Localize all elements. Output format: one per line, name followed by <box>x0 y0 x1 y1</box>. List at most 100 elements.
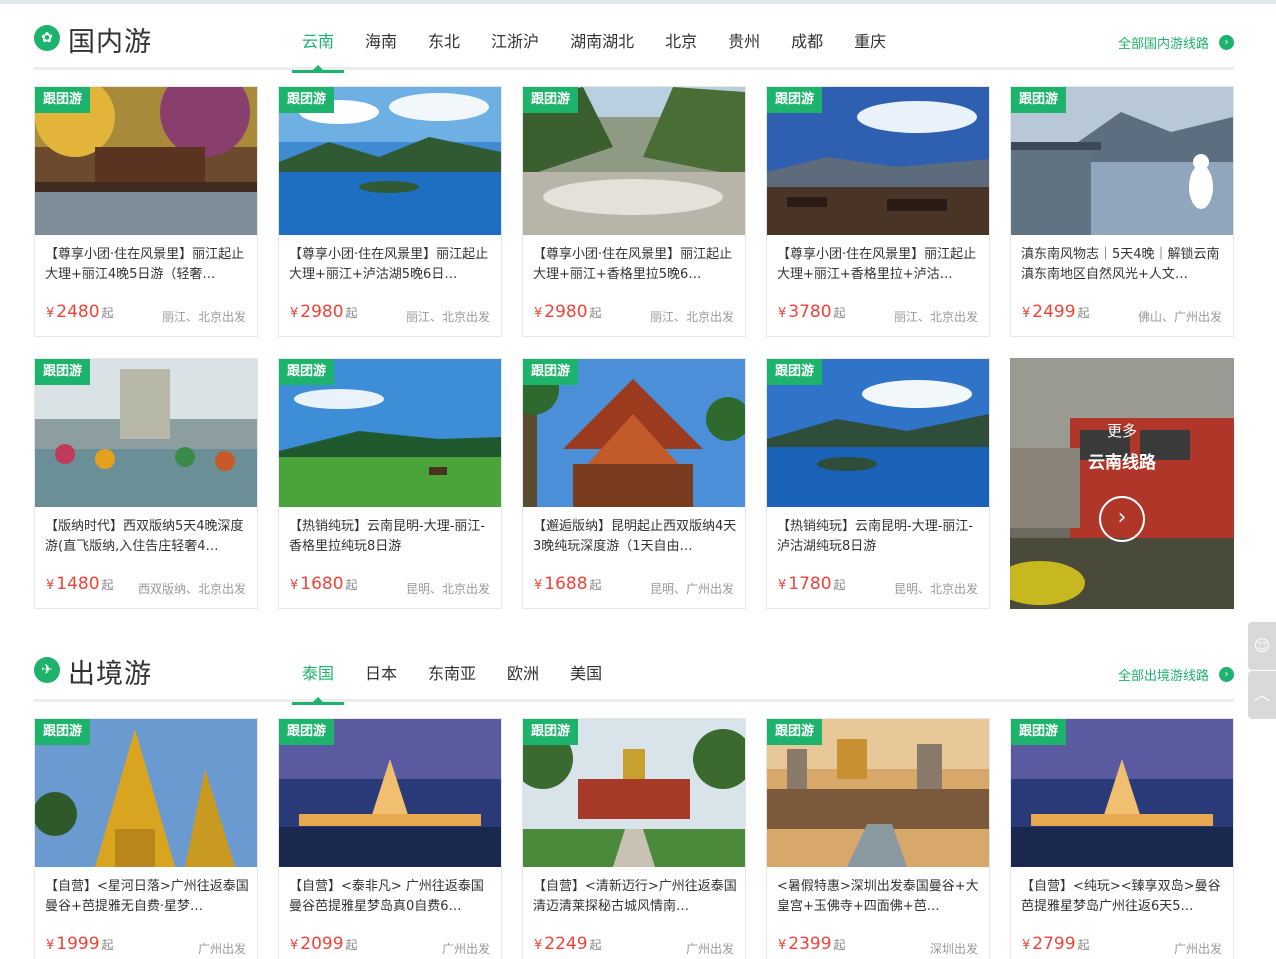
tour-price: ¥2480 起 <box>46 302 114 322</box>
tour-card[interactable]: 跟团游 <暑假特惠>深圳出发泰国曼谷+大皇宫+玉佛寺+四面佛+芭… ¥2399 起… <box>766 718 990 959</box>
tour-title: <暑假特惠>深圳出发泰国曼谷+大皇宫+玉佛寺+四面佛+芭… <box>777 879 979 914</box>
domestic-section: ✿ 国内游 云南 海南 东北 江浙沪 湖南湖北 北京 贵州 成都 重庆 全部国内… <box>34 4 1234 73</box>
back-to-top-icon[interactable]: ︿ <box>1248 671 1276 719</box>
tab-southeast-asia[interactable]: 东南亚 <box>418 636 486 702</box>
tour-title: 【尊享小团·住在风景里】丽江起止大理+丽江4晚5日游（轻奢… <box>45 247 245 282</box>
tab-jiangzhehu[interactable]: 江浙沪 <box>481 4 549 70</box>
tab-usa[interactable]: 美国 <box>560 636 612 702</box>
tab-japan[interactable]: 日本 <box>355 636 407 702</box>
domestic-tabs: 云南 海南 东北 江浙沪 湖南湖北 北京 贵州 成都 重庆 <box>292 4 907 73</box>
currency-symbol: ¥ <box>1022 306 1031 321</box>
tour-price: ¥2399 起 <box>778 934 846 954</box>
price-value: 1688 <box>544 574 588 594</box>
tour-photo: 跟团游 <box>523 719 745 867</box>
tour-departure: 昆明、广州出发 <box>649 582 734 596</box>
tour-departure: 广州出发 <box>197 942 246 956</box>
tour-card[interactable]: 跟团游 【尊享小团·住在风景里】丽江起止大理+丽江+香格里拉+泸沽… ¥3780… <box>766 86 990 337</box>
chevron-right-icon[interactable]: › <box>1099 496 1145 542</box>
tab-hunan-hubei[interactable]: 湖南湖北 <box>560 4 644 70</box>
tour-card[interactable]: 跟团游 【自营】<星河日落>广州往返泰国曼谷+芭提雅无自费·星梦… ¥1999 起… <box>34 718 258 959</box>
price-suffix: 起 <box>345 306 358 320</box>
price-suffix: 起 <box>101 578 114 592</box>
price-value: 1480 <box>56 574 100 594</box>
tab-thailand[interactable]: 泰国 <box>292 636 345 705</box>
tour-card[interactable]: 跟团游 滇东南风物志｜5天4晚｜解锁云南滇东南地区自然风光+人文… ¥2499 起… <box>1010 86 1234 337</box>
tab-guizhou[interactable]: 贵州 <box>718 4 770 70</box>
tour-card[interactable]: 跟团游 【邂逅版纳】昆明起止西双版纳4天3晚纯玩深度游（1天自由… ¥1688 起… <box>522 358 746 609</box>
tour-tag: 跟团游 <box>35 87 91 113</box>
tour-card[interactable]: 跟团游 【自营】<泰非凡> 广州往返泰国曼谷芭提雅星梦岛真0自费6… ¥2099… <box>278 718 502 959</box>
more-yunnan-card[interactable]: 更多 云南线路 › <box>1010 358 1234 609</box>
tour-photo: 跟团游 <box>35 719 257 867</box>
globe-icon: ✿ <box>34 25 60 51</box>
tour-title: 【尊享小团·住在风景里】丽江起止大理+丽江+泸沽湖5晚6日… <box>289 247 489 282</box>
tour-price: ¥2980 起 <box>534 302 602 322</box>
price-suffix: 起 <box>101 938 114 952</box>
tour-departure: 丽江、北京出发 <box>893 310 978 324</box>
tour-title: 【尊享小团·住在风景里】丽江起止大理+丽江+香格里拉+泸沽… <box>777 247 977 282</box>
outbound-section: ✈ 出境游 泰国 日本 东南亚 欧洲 美国 全部出境游线路 › <box>34 636 1234 705</box>
tour-title: 滇东南风物志｜5天4晚｜解锁云南滇东南地区自然风光+人文… <box>1021 247 1220 282</box>
plane-icon: ✈ <box>34 657 60 683</box>
outbound-header: ✈ 出境游 泰国 日本 东南亚 欧洲 美国 全部出境游线路 › <box>34 636 1234 705</box>
tour-title: 【邂逅版纳】昆明起止西双版纳4天3晚纯玩深度游（1天自由… <box>533 519 737 554</box>
tour-tag: 跟团游 <box>35 359 91 385</box>
price-value: 3780 <box>788 302 832 322</box>
tab-hainan[interactable]: 海南 <box>355 4 407 70</box>
tour-card[interactable]: 跟团游 【自营】<清新迈行>广州往返泰国清迈清莱探秘古城风情南… ¥2249 起 … <box>522 718 746 959</box>
price-value: 1680 <box>300 574 344 594</box>
tour-departure: 丽江、北京出发 <box>649 310 734 324</box>
tour-title: 【版纳时代】西双版纳5天4晚深度游(直飞版纳,入住告庄轻奢4… <box>45 519 244 554</box>
price-suffix: 起 <box>589 306 602 320</box>
tab-europe[interactable]: 欧洲 <box>497 636 549 702</box>
tour-card[interactable]: 跟团游 【尊享小团·住在风景里】丽江起止大理+丽江+香格里拉5晚6… ¥2980… <box>522 86 746 337</box>
chevron-right-icon: › <box>1219 35 1234 50</box>
tab-chongqing[interactable]: 重庆 <box>844 4 896 70</box>
price-suffix: 起 <box>833 306 846 320</box>
tour-tag: 跟团游 <box>767 87 823 113</box>
currency-symbol: ¥ <box>1022 938 1031 953</box>
price-value: 2249 <box>544 934 588 954</box>
currency-symbol: ¥ <box>534 938 543 953</box>
chevron-right-icon: › <box>1219 667 1234 682</box>
currency-symbol: ¥ <box>778 306 787 321</box>
tab-chengdu[interactable]: 成都 <box>781 4 833 70</box>
tab-beijing[interactable]: 北京 <box>655 4 707 70</box>
price-suffix: 起 <box>833 578 846 592</box>
tour-tag: 跟团游 <box>279 87 335 113</box>
price-value: 2799 <box>1032 934 1076 954</box>
tour-title: 【热销纯玩】云南昆明-大理-丽江-香格里拉纯玩8日游 <box>289 519 486 554</box>
tour-photo: 跟团游 <box>35 359 257 507</box>
tour-price: ¥1680 起 <box>290 574 358 594</box>
price-value: 2980 <box>300 302 344 322</box>
tour-tag: 跟团游 <box>279 719 335 745</box>
tour-departure: 佛山、广州出发 <box>1137 310 1222 324</box>
tour-card[interactable]: 跟团游 【尊享小团·住在风景里】丽江起止大理+丽江+泸沽湖5晚6日… ¥2980… <box>278 86 502 337</box>
tour-card[interactable]: 跟团游 【热销纯玩】云南昆明-大理-丽江-泸沽湖纯玩8日游 ¥1780 起 昆明、… <box>766 358 990 609</box>
tour-card[interactable]: 跟团游 【尊享小团·住在风景里】丽江起止大理+丽江4晚5日游（轻奢… ¥2480… <box>34 86 258 337</box>
price-suffix: 起 <box>833 938 846 952</box>
tour-card[interactable]: 跟团游 【版纳时代】西双版纳5天4晚深度游(直飞版纳,入住告庄轻奢4… ¥148… <box>34 358 258 609</box>
outbound-tabs: 泰国 日本 东南亚 欧洲 美国 <box>292 636 623 705</box>
chat-icon[interactable]: ☺ <box>1248 622 1276 670</box>
all-outbound-link[interactable]: 全部出境游线路 › <box>1118 665 1234 684</box>
tour-photo: 跟团游 <box>279 719 501 867</box>
tour-card[interactable]: 跟团游 【自营】<纯玩><臻享双岛>曼谷芭提雅星梦岛广州往返6天5… ¥2799… <box>1010 718 1234 959</box>
price-suffix: 起 <box>101 306 114 320</box>
outbound-title: 出境游 <box>68 659 152 690</box>
tour-departure: 丽江、北京出发 <box>405 310 490 324</box>
tour-tag: 跟团游 <box>279 359 335 385</box>
tour-price: ¥2799 起 <box>1022 934 1090 954</box>
currency-symbol: ¥ <box>290 306 299 321</box>
tour-price: ¥1999 起 <box>46 934 114 954</box>
tour-card[interactable]: 跟团游 【热销纯玩】云南昆明-大理-丽江-香格里拉纯玩8日游 ¥1680 起 昆明… <box>278 358 502 609</box>
currency-symbol: ¥ <box>534 578 543 593</box>
price-value: 1780 <box>788 574 832 594</box>
tab-dongbei[interactable]: 东北 <box>418 4 470 70</box>
tour-photo: 跟团游 <box>523 359 745 507</box>
tab-yunnan[interactable]: 云南 <box>292 4 345 73</box>
tour-tag: 跟团游 <box>1011 87 1067 113</box>
all-domestic-link[interactable]: 全部国内游线路 › <box>1118 33 1234 52</box>
tour-departure: 丽江、北京出发 <box>161 310 246 324</box>
tour-title: 【热销纯玩】云南昆明-大理-丽江-泸沽湖纯玩8日游 <box>777 519 974 554</box>
